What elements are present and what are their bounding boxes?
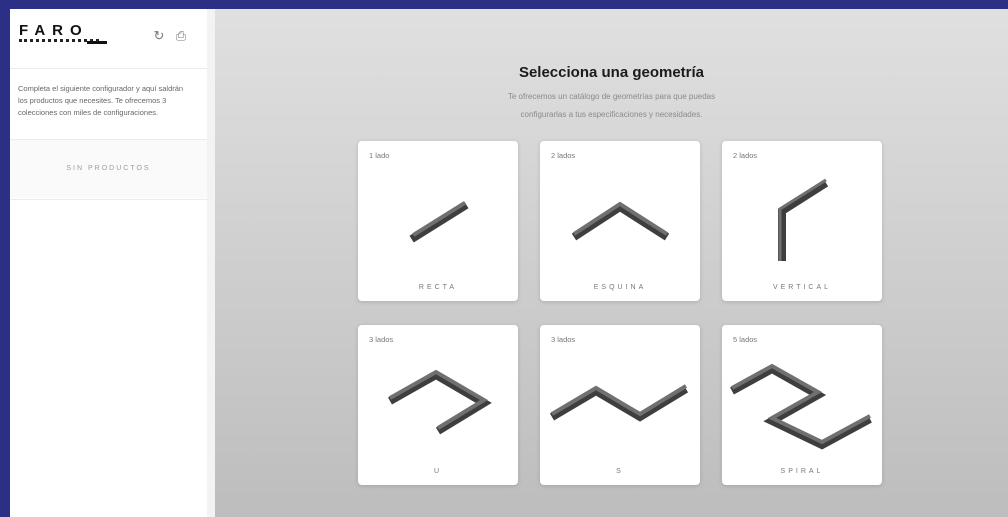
faro-logo: FARO <box>19 22 107 48</box>
esquina-shape-icon <box>571 201 670 241</box>
geometry-card-recta[interactable]: 1 lado RECTA <box>358 141 518 301</box>
card-sides: 3 lados <box>551 335 576 344</box>
card-label: VERTICAL <box>772 284 832 291</box>
sidebar-intro-text: Completa el siguiente configurador y aqu… <box>18 84 184 117</box>
refresh-icon[interactable]: ↻ <box>151 28 167 44</box>
printer-icon[interactable]: ⎙ <box>173 28 189 44</box>
card-sides: 3 lados <box>369 335 394 344</box>
geometry-card-vertical[interactable]: 2 lados VERTICAL <box>722 141 882 301</box>
page-subtitle: Te ofrecemos un catálogo de geometrías p… <box>215 88 1008 124</box>
card-sides: 5 lados <box>733 335 758 344</box>
card-label: SPIRAL <box>780 468 824 475</box>
card-label: ESQUINA <box>593 284 647 291</box>
geometry-card-s[interactable]: 3 lados S <box>540 325 700 485</box>
page-title: Selecciona una geometría <box>518 64 705 81</box>
card-label: RECTA <box>418 284 458 291</box>
empty-products-label: SIN PRODUCTOS <box>10 140 207 198</box>
logo-underline <box>87 41 107 44</box>
sidebar-divider <box>10 199 207 200</box>
sidebar-divider <box>10 68 207 69</box>
vertical-shape-icon <box>778 178 829 261</box>
sidebar-scrollbar[interactable] <box>207 9 215 517</box>
window-frame <box>0 0 1008 9</box>
card-sides: 2 lados <box>733 151 758 160</box>
spiral-shape-icon <box>730 363 872 450</box>
geometry-card-spiral[interactable]: 5 lados SPIRAL <box>722 325 882 485</box>
card-sides: 1 lado <box>369 151 390 160</box>
sidebar-header: FARO ↻ ⎙ <box>11 19 197 55</box>
subtitle-line: Te ofrecemos un catálogo de geometrías p… <box>507 92 716 101</box>
geometry-card-u[interactable]: 3 lados U <box>358 325 518 485</box>
card-sides: 2 lados <box>551 151 576 160</box>
logo-text: FARO <box>19 22 89 39</box>
card-label: U <box>433 468 443 475</box>
recta-shape-icon <box>409 201 469 243</box>
geometry-card-esquina[interactable]: 2 lados ESQUINA <box>540 141 700 301</box>
card-label: S <box>616 468 624 475</box>
subtitle-line: configurarlas a tus especificaciones y n… <box>520 110 703 119</box>
u-shape-icon <box>388 369 492 435</box>
s-shape-icon <box>549 384 689 422</box>
